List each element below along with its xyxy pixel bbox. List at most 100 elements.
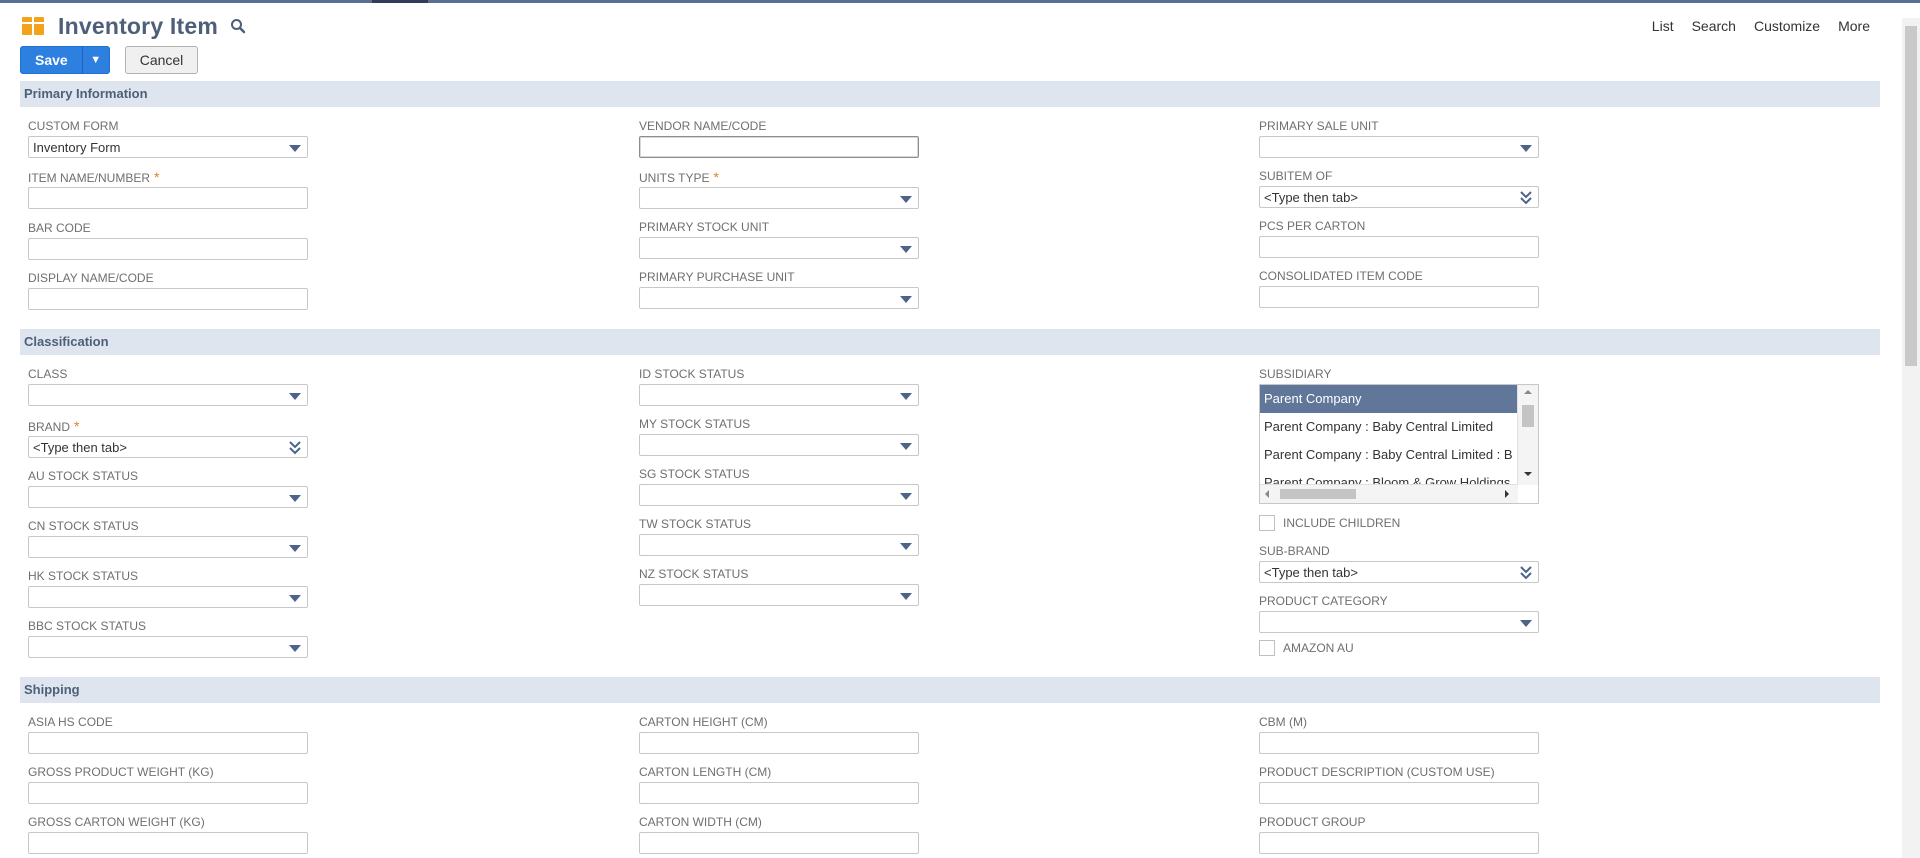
display-name-input[interactable]: [28, 288, 308, 310]
amazon-au-checkbox[interactable]: [1259, 640, 1275, 656]
listbox-option[interactable]: Parent Company: [1260, 385, 1520, 413]
brand-select[interactable]: <Type then tab>: [28, 436, 308, 458]
section-classification[interactable]: Classification: [20, 329, 1880, 355]
bbc-stock-status-select[interactable]: [28, 636, 308, 658]
save-button[interactable]: Save: [21, 47, 82, 73]
field-label: CBM (M): [1259, 715, 1307, 729]
subsidiary-field: SUBSIDIARY: [1259, 366, 1539, 382]
dropdown-arrow-icon: [289, 595, 301, 602]
field-label: BBC STOCK STATUS: [28, 619, 147, 633]
header-links: List Search Customize More: [1634, 18, 1870, 34]
include-children-checkbox[interactable]: [1259, 515, 1275, 531]
product-description-input[interactable]: [1259, 782, 1539, 804]
carton-height-input[interactable]: [639, 732, 919, 754]
save-menu-button[interactable]: ▼: [81, 47, 109, 73]
gross-product-weight-input[interactable]: [28, 782, 308, 804]
id-stock-status-field: ID STOCK STATUS: [639, 366, 919, 406]
field-label: PRODUCT CATEGORY: [1259, 594, 1388, 608]
primary-stock-unit-select[interactable]: [639, 237, 919, 259]
section-primary-information[interactable]: Primary Information: [20, 81, 1880, 107]
subitem-of-select[interactable]: <Type then tab>: [1259, 186, 1539, 208]
gross-carton-weight-input[interactable]: [28, 832, 308, 854]
primary-purchase-unit-select[interactable]: [639, 287, 919, 309]
listbox-vertical-scrollbar[interactable]: [1517, 385, 1538, 485]
search-link[interactable]: Search: [1692, 18, 1736, 34]
carton-length-input[interactable]: [639, 782, 919, 804]
product-group-field: PRODUCT GROUP: [1259, 814, 1539, 854]
carton-width-input[interactable]: [639, 832, 919, 854]
custom-form-select[interactable]: Inventory Form: [28, 136, 308, 158]
cancel-button[interactable]: Cancel: [124, 46, 199, 74]
listbox-option[interactable]: Parent Company : Baby Central Limited : …: [1260, 441, 1520, 469]
checkbox-label: INCLUDE CHILDREN: [1283, 516, 1401, 530]
pcs-per-carton-input[interactable]: [1259, 236, 1539, 258]
dropdown-arrow-icon: [1520, 620, 1532, 627]
active-tab-indicator: [372, 0, 428, 3]
units-type-field: UNITS TYPE *: [639, 169, 919, 209]
nz-stock-status-select[interactable]: [639, 584, 919, 606]
vendor-name-input[interactable]: [639, 136, 919, 158]
action-buttons: Save ▼ Cancel: [20, 46, 199, 74]
page-scrollbar[interactable]: [1902, 18, 1920, 858]
field-label: SUB-BRAND: [1259, 544, 1330, 558]
bar-code-field: BAR CODE: [28, 220, 308, 260]
include-children-row: INCLUDE CHILDREN: [1259, 515, 1400, 531]
consolidated-item-code-input[interactable]: [1259, 286, 1539, 308]
id-stock-status-select[interactable]: [639, 384, 919, 406]
product-category-select[interactable]: [1259, 611, 1539, 633]
top-accent-bar: [0, 0, 1920, 3]
page-header: Inventory Item: [22, 10, 246, 42]
subitem-of-field: SUBITEM OF <Type then tab>: [1259, 168, 1539, 208]
sub-brand-select[interactable]: <Type then tab>: [1259, 561, 1539, 583]
item-name-input[interactable]: [28, 187, 308, 209]
bbc-stock-status-field: BBC STOCK STATUS: [28, 618, 308, 658]
primary-stock-unit-field: PRIMARY STOCK UNIT: [639, 219, 919, 259]
dropdown-arrow-icon: [900, 393, 912, 400]
hk-stock-status-select[interactable]: [28, 586, 308, 608]
carton-width-field: CARTON WIDTH (CM): [639, 814, 919, 854]
field-label: ID STOCK STATUS: [639, 367, 745, 381]
primary-purchase-unit-field: PRIMARY PURCHASE UNIT: [639, 269, 919, 309]
field-label: MY STOCK STATUS: [639, 417, 751, 431]
field-label: BAR CODE: [28, 221, 91, 235]
cbm-input[interactable]: [1259, 732, 1539, 754]
my-stock-status-select[interactable]: [639, 434, 919, 456]
field-label: PRIMARY SALE UNIT: [1259, 119, 1379, 133]
dropdown-arrow-icon: [289, 495, 301, 502]
primary-sale-unit-select[interactable]: [1259, 136, 1539, 158]
listbox-horizontal-scrollbar[interactable]: [1260, 484, 1518, 503]
hk-stock-status-field: HK STOCK STATUS: [28, 568, 308, 608]
section-title: Classification: [24, 334, 109, 349]
search-icon[interactable]: [230, 18, 246, 34]
field-label: PRODUCT GROUP: [1259, 815, 1366, 829]
section-shipping[interactable]: Shipping: [20, 677, 1880, 703]
gross-product-weight-field: GROSS PRODUCT WEIGHT (KG): [28, 764, 308, 804]
more-link[interactable]: More: [1838, 18, 1870, 34]
asia-hs-code-input[interactable]: [28, 732, 308, 754]
field-label: GROSS PRODUCT WEIGHT (KG): [28, 765, 214, 779]
carton-height-field: CARTON HEIGHT (CM): [639, 714, 919, 754]
tw-stock-status-select[interactable]: [639, 534, 919, 556]
au-stock-status-select[interactable]: [28, 486, 308, 508]
sub-brand-field: SUB-BRAND <Type then tab>: [1259, 543, 1539, 583]
dropdown-arrow-icon: [900, 493, 912, 500]
listbox-option[interactable]: Parent Company : Baby Central Limited: [1260, 413, 1520, 441]
cn-stock-status-select[interactable]: [28, 536, 308, 558]
field-label: HK STOCK STATUS: [28, 569, 139, 583]
list-link[interactable]: List: [1652, 18, 1674, 34]
dropdown-arrow-icon: [900, 593, 912, 600]
double-chevron-icon: [1520, 566, 1532, 580]
customize-link[interactable]: Customize: [1754, 18, 1820, 34]
scrollbar-thumb[interactable]: [1905, 26, 1917, 366]
field-label: AU STOCK STATUS: [28, 469, 139, 483]
units-type-select[interactable]: [639, 187, 919, 209]
carton-length-field: CARTON LENGTH (CM): [639, 764, 919, 804]
bar-code-input[interactable]: [28, 238, 308, 260]
field-label: DISPLAY NAME/CODE: [28, 271, 154, 285]
subsidiary-listbox[interactable]: Parent Company Parent Company : Baby Cen…: [1259, 384, 1539, 504]
class-select[interactable]: [28, 384, 308, 406]
product-group-input[interactable]: [1259, 832, 1539, 854]
field-label: SG STOCK STATUS: [639, 467, 750, 481]
sg-stock-status-select[interactable]: [639, 484, 919, 506]
scrollbar-arrows-icon: [1265, 489, 1509, 499]
